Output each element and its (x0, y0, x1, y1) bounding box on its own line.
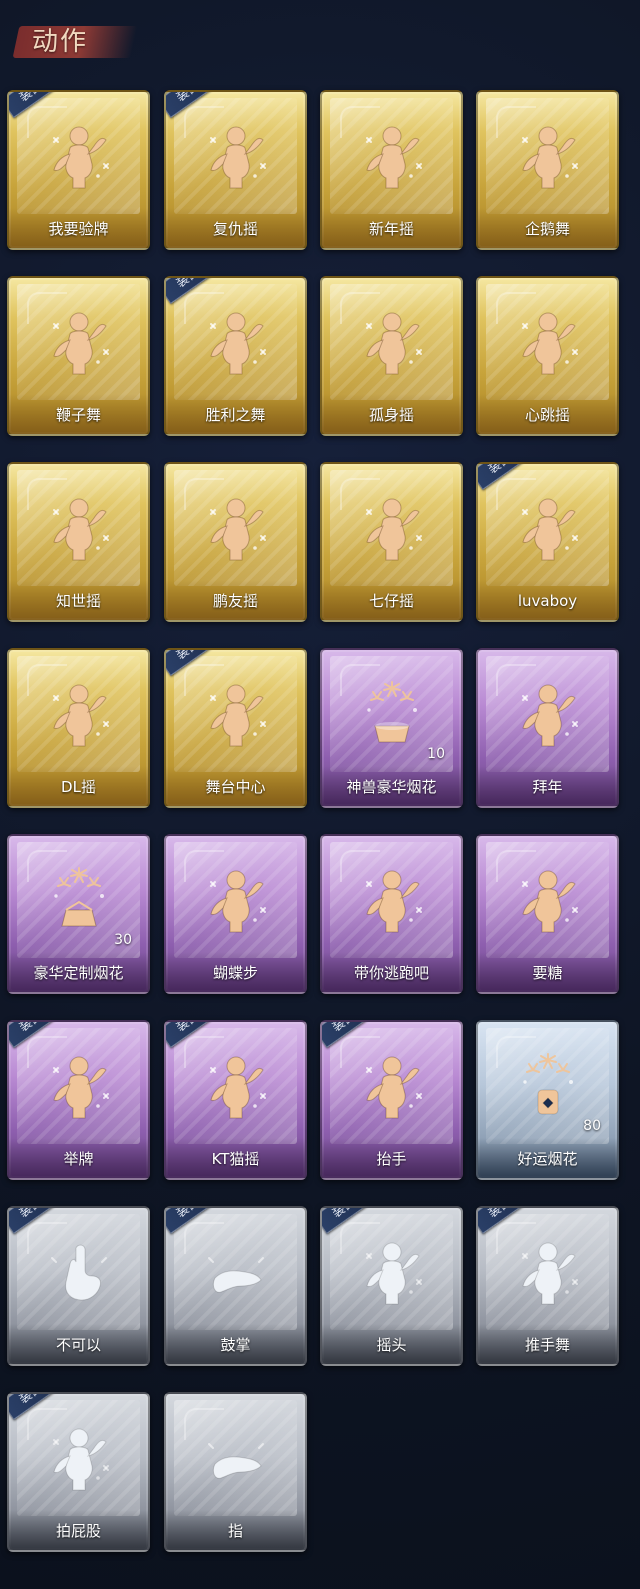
figure-dancing-icon (40, 490, 118, 568)
action-label: 拍屁股 (55, 1522, 101, 1540)
figure-head-shake-icon (353, 1234, 431, 1312)
action-label: 蝴蝶步 (212, 964, 258, 982)
figure-dancing-icon (353, 304, 431, 382)
action-card[interactable]: 我要验牌 装配 (7, 90, 150, 250)
action-label: 知世摇 (55, 592, 101, 610)
figure-slap-icon (40, 1420, 118, 1498)
action-card[interactable]: 鹏友摇 (164, 462, 307, 622)
action-card[interactable]: 指 (164, 1392, 307, 1552)
action-card[interactable]: 推手舞 装配 (476, 1206, 619, 1366)
action-card[interactable]: 拜年 (476, 648, 619, 808)
action-card[interactable]: 鞭子舞 (7, 276, 150, 436)
figure-dancing-icon (197, 490, 275, 568)
action-card[interactable]: 好运烟花 80 (476, 1020, 619, 1180)
section-title: 动作 (32, 27, 89, 57)
figure-holding-sign-icon (40, 1048, 118, 1126)
action-card[interactable]: 要糖 (476, 834, 619, 994)
item-count: 80 (583, 1118, 601, 1134)
fireworks-icon (353, 676, 431, 754)
figure-holding-card-icon (40, 118, 118, 196)
action-card[interactable]: DL摇 (7, 648, 150, 808)
action-label: 企鹅舞 (524, 220, 570, 238)
figure-dancing-icon (353, 490, 431, 568)
action-card[interactable]: 抬手 装配 (320, 1020, 463, 1180)
action-card[interactable]: 摇头 装配 (320, 1206, 463, 1366)
figure-dancing-icon (353, 118, 431, 196)
action-label: 推手舞 (524, 1336, 570, 1354)
action-label: KT猫摇 (211, 1150, 260, 1168)
figure-hand-up-icon (509, 304, 587, 382)
action-label: 指 (227, 1522, 243, 1540)
figure-arms-out-icon (197, 862, 275, 940)
action-card[interactable]: 举牌 装配 (7, 1020, 150, 1180)
action-card[interactable]: 心跳摇 (476, 276, 619, 436)
action-label: 七仔摇 (368, 592, 414, 610)
action-card[interactable]: 孤身摇 (320, 276, 463, 436)
figure-dancing-icon (197, 676, 275, 754)
action-label: 鹏友摇 (212, 592, 258, 610)
action-label: 豪华定制烟花 (33, 964, 124, 982)
action-label: 鞭子舞 (55, 406, 101, 424)
figure-bow-icon (509, 676, 587, 754)
action-label: 孤身摇 (368, 406, 414, 424)
item-count: 10 (427, 746, 445, 762)
action-label: 举牌 (63, 1150, 94, 1168)
action-label: 复仇摇 (212, 220, 258, 238)
action-card[interactable]: 带你逃跑吧 (320, 834, 463, 994)
figure-push-hands-icon (509, 1234, 587, 1312)
action-card[interactable]: 拍屁股 装配 (7, 1392, 150, 1552)
figure-pointing-icon (353, 862, 431, 940)
figure-dancing-icon (509, 490, 587, 568)
firework-can-icon (509, 1048, 587, 1126)
action-label: 带你逃跑吧 (353, 964, 429, 982)
action-card[interactable]: 复仇摇 装配 (164, 90, 307, 250)
action-label: 胜利之舞 (205, 406, 266, 424)
action-card[interactable]: 知世摇 (7, 462, 150, 622)
figure-pointing-up-icon (197, 118, 275, 196)
figure-arm-raised-icon (40, 676, 118, 754)
action-card[interactable]: 鼓掌 装配 (164, 1206, 307, 1366)
action-label: 心跳摇 (524, 406, 570, 424)
figure-dancing-icon (40, 304, 118, 382)
clapping-hands-icon (197, 1234, 275, 1312)
action-label: 抬手 (376, 1150, 407, 1168)
action-label: 拜年 (532, 778, 563, 796)
actions-screen: 动作 我要验牌 装配 复仇摇 装配 新年摇 企鹅舞 鞭子舞 胜利之舞 装配 孤身… (0, 0, 640, 1589)
figure-dancing-icon (197, 1048, 275, 1126)
action-label: 摇头 (376, 1336, 407, 1354)
action-card[interactable]: 新年摇 (320, 90, 463, 250)
figure-raising-hand-icon (353, 1048, 431, 1126)
action-card[interactable]: luvaboy 装配 (476, 462, 619, 622)
finger-wag-icon (40, 1234, 118, 1312)
action-label: DL摇 (61, 778, 96, 796)
action-label: 不可以 (55, 1336, 101, 1354)
action-card[interactable]: 舞台中心 装配 (164, 648, 307, 808)
action-label: 好运烟花 (517, 1150, 578, 1168)
action-label: 舞台中心 (205, 778, 266, 796)
figure-victory-icon (197, 304, 275, 382)
action-card[interactable]: 企鹅舞 (476, 90, 619, 250)
action-label: 新年摇 (368, 220, 414, 238)
action-card[interactable]: 神兽豪华烟花 10 (320, 648, 463, 808)
action-label: 要糖 (532, 964, 563, 982)
pointing-hand-icon (197, 1420, 275, 1498)
action-card[interactable]: 七仔摇 (320, 462, 463, 622)
action-label: luvaboy (517, 592, 578, 610)
action-card[interactable]: 豪华定制烟花 30 (7, 834, 150, 994)
action-label: 神兽豪华烟花 (346, 778, 437, 796)
section-header: 动作 (12, 18, 138, 66)
action-card[interactable]: KT猫摇 装配 (164, 1020, 307, 1180)
item-count: 30 (114, 932, 132, 948)
action-label: 鼓掌 (220, 1336, 251, 1354)
action-card[interactable]: 胜利之舞 装配 (164, 276, 307, 436)
action-label: 我要验牌 (48, 220, 109, 238)
figure-dancing-icon (509, 118, 587, 196)
fireworks-box-icon (40, 862, 118, 940)
action-card[interactable]: 蝴蝶步 (164, 834, 307, 994)
figure-reaching-icon (509, 862, 587, 940)
action-card[interactable]: 不可以 装配 (7, 1206, 150, 1366)
